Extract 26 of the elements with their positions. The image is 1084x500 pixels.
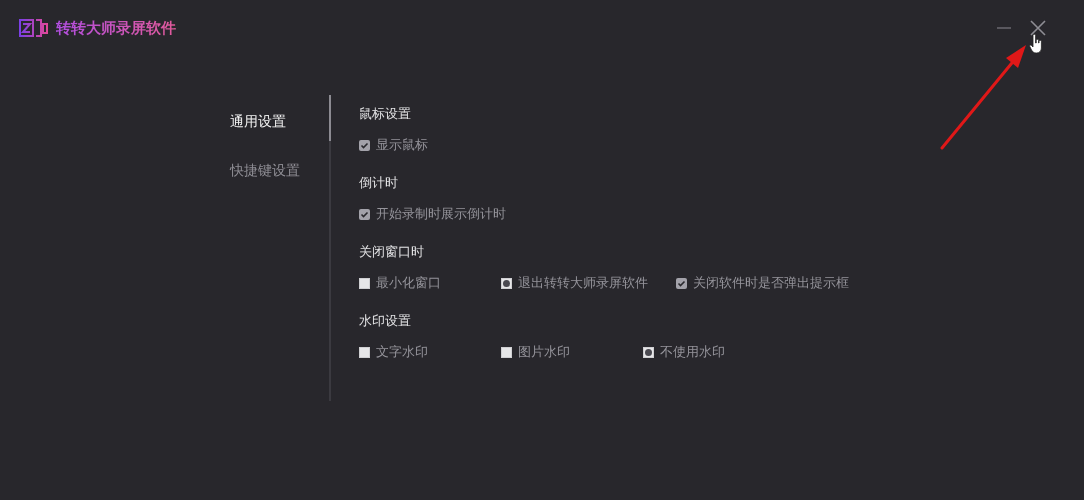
checkbox[interactable]: [676, 277, 687, 289]
option-label: 文字水印: [376, 343, 428, 361]
radio-button[interactable]: [501, 346, 512, 358]
option-label: 关闭软件时是否弹出提示框: [693, 274, 849, 292]
radio-button[interactable]: [359, 346, 370, 358]
window-title: 转转大师录屏软件: [56, 18, 176, 38]
section-title: 鼠标设置: [359, 105, 412, 123]
section-title: 倒计时: [359, 174, 399, 192]
option-label: 不使用水印: [660, 343, 725, 361]
radio-button[interactable]: [359, 277, 370, 289]
checkbox[interactable]: [359, 208, 370, 220]
option-label: 图片水印: [518, 343, 570, 361]
radio-button[interactable]: [643, 346, 654, 358]
radio-button[interactable]: [501, 277, 512, 289]
section-title: 关闭窗口时: [359, 243, 425, 261]
option-label: 退出转转大师录屏软件: [518, 274, 648, 292]
option-label: 开始录制时展示倒计时: [376, 205, 506, 223]
option-label: 显示鼠标: [376, 136, 428, 154]
close-icon[interactable]: [1030, 20, 1046, 36]
checkbox[interactable]: [359, 139, 370, 151]
nav-tab[interactable]: 快捷键设置: [227, 145, 331, 195]
section-title: 水印设置: [359, 312, 412, 330]
nav-tab[interactable]: 通用设置: [227, 95, 331, 141]
logo-icon: [19, 19, 49, 37]
option-label: 最小化窗口: [376, 274, 441, 292]
hand-cursor-icon: [1029, 34, 1043, 54]
